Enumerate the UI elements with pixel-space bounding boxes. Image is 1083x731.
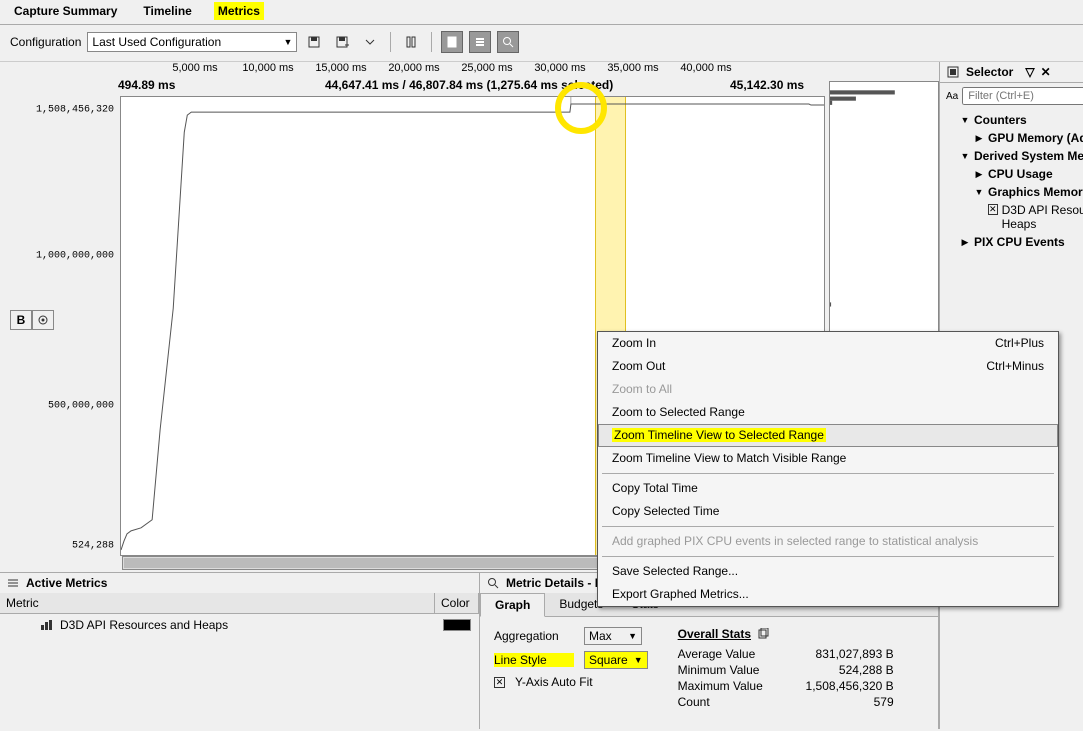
- ctx-zoom-to-selected[interactable]: Zoom to Selected Range: [598, 401, 1058, 424]
- active-metric-name: D3D API Resources and Heaps: [60, 618, 228, 632]
- tab-metrics[interactable]: Metrics: [214, 2, 264, 20]
- collapse-icon[interactable]: ▼: [960, 151, 970, 161]
- search-icon: [486, 576, 500, 590]
- clipboard-icon[interactable]: [441, 31, 463, 53]
- config-value: Last Used Configuration: [92, 35, 221, 49]
- top-tabs: Capture Summary Timeline Metrics: [0, 0, 1083, 25]
- range-start: 494.89 ms: [118, 78, 175, 92]
- floating-tools: B: [10, 310, 54, 330]
- expand-icon[interactable]: ▶: [960, 237, 970, 248]
- tree-derived-system-metrics[interactable]: Derived System Metrics: [974, 149, 1083, 163]
- expand-icon[interactable]: ▶: [974, 169, 984, 180]
- chevron-down-icon: ▼: [283, 37, 292, 47]
- chevron-down-icon[interactable]: ▽: [1025, 65, 1034, 79]
- range-selection-info: 44,647.41 ms / 46,807.84 ms (1,275.64 ms…: [325, 78, 613, 96]
- config-select[interactable]: Last Used Configuration ▼: [87, 32, 297, 52]
- range-info: 494.89 ms 44,647.41 ms / 46,807.84 ms (1…: [0, 78, 939, 96]
- selector-icon: [946, 65, 960, 79]
- overall-stats: Average Value831,027,893 B Minimum Value…: [678, 647, 894, 709]
- aggregation-label: Aggregation: [494, 629, 574, 643]
- ctx-save-selected-range[interactable]: Save Selected Range...: [598, 560, 1058, 583]
- chevron-down-icon: ▼: [634, 655, 643, 665]
- ctx-zoom-timeline-match-visible[interactable]: Zoom Timeline View to Match Visible Rang…: [598, 447, 1058, 470]
- collapse-icon[interactable]: ▼: [974, 187, 984, 197]
- ctx-zoom-timeline-to-selected[interactable]: Zoom Timeline View to Selected Range: [598, 424, 1058, 447]
- ctx-zoom-out[interactable]: Zoom OutCtrl+Minus: [598, 355, 1058, 378]
- selector-title: Selector: [966, 65, 1013, 79]
- copy-icon[interactable]: [757, 628, 769, 640]
- save-new-icon[interactable]: [331, 31, 353, 53]
- active-metric-row[interactable]: D3D API Resources and Heaps: [0, 614, 479, 636]
- close-icon[interactable]: ✕: [1041, 65, 1051, 79]
- color-swatch[interactable]: [443, 619, 471, 631]
- active-metrics-title: Active Metrics: [26, 576, 107, 590]
- d3d-checkbox[interactable]: ✕: [988, 204, 998, 215]
- tab-graph[interactable]: Graph: [480, 593, 545, 617]
- tree-counters[interactable]: Counters: [974, 113, 1027, 127]
- aggregation-select[interactable]: Max ▼: [584, 627, 642, 645]
- config-toolbar: Configuration Last Used Configuration ▼: [0, 25, 1083, 62]
- y-autofit-label: Y-Axis Auto Fit: [515, 675, 593, 689]
- collapse-icon[interactable]: ▼: [960, 115, 970, 125]
- tree-cpu-usage[interactable]: CPU Usage: [988, 167, 1053, 181]
- line-style-label: Line Style: [494, 653, 574, 667]
- selector-tree: ▼ Counters ▶ GPU Memory (Adapter #2) ▼ Deri…: [940, 109, 1083, 253]
- tree-d3d-resources[interactable]: D3D API Resources and Heaps: [1002, 203, 1083, 231]
- filter-case-toggle[interactable]: Aa: [946, 91, 958, 102]
- ctx-zoom-all: Zoom to All: [598, 378, 1058, 401]
- active-metrics-panel: Active Metrics Metric Color D3D API Reso…: [0, 573, 480, 729]
- rows-icon[interactable]: [469, 31, 491, 53]
- config-label: Configuration: [10, 35, 81, 49]
- metric-bars-icon: [40, 619, 54, 631]
- separator: [390, 32, 391, 52]
- save-icon[interactable]: [303, 31, 325, 53]
- ctx-copy-total-time[interactable]: Copy Total Time: [598, 477, 1058, 500]
- ctx-export-graphed-metrics[interactable]: Export Graphed Metrics...: [598, 583, 1058, 606]
- column-view-icon[interactable]: [400, 31, 422, 53]
- tab-capture-summary[interactable]: Capture Summary: [10, 2, 121, 20]
- tree-gpu-memory[interactable]: GPU Memory (Adapter #2): [988, 131, 1083, 145]
- search-icon[interactable]: [497, 31, 519, 53]
- list-icon: [6, 576, 20, 590]
- column-color[interactable]: Color: [435, 593, 479, 613]
- ctx-add-pix-events: Add graphed PIX CPU events in selected r…: [598, 530, 1058, 553]
- bold-toggle[interactable]: B: [10, 310, 32, 330]
- overall-stats-title: Overall Stats: [678, 627, 751, 641]
- range-end: 45,142.30 ms: [730, 78, 804, 92]
- tree-graphics-memory[interactable]: Graphics Memory: [988, 185, 1083, 199]
- context-menu: Zoom InCtrl+Plus Zoom OutCtrl+Minus Zoom…: [597, 331, 1059, 607]
- expand-icon[interactable]: ▶: [974, 133, 984, 144]
- tree-pix-cpu-events[interactable]: PIX CPU Events: [974, 235, 1065, 249]
- chevron-down-icon: ▼: [628, 631, 637, 641]
- time-ruler: 5,000 ms 10,000 ms 15,000 ms 20,000 ms 2…: [0, 62, 939, 78]
- line-style-select[interactable]: Square ▼: [584, 651, 648, 669]
- tab-timeline[interactable]: Timeline: [139, 2, 195, 20]
- column-metric[interactable]: Metric: [0, 593, 435, 613]
- selector-filter-input[interactable]: [962, 87, 1083, 105]
- ctx-zoom-in[interactable]: Zoom InCtrl+Plus: [598, 332, 1058, 355]
- dropdown-icon[interactable]: [359, 31, 381, 53]
- separator: [431, 32, 432, 52]
- y-autofit-checkbox[interactable]: ✕: [494, 677, 505, 688]
- gear-icon[interactable]: [32, 310, 54, 330]
- ctx-copy-selected-time[interactable]: Copy Selected Time: [598, 500, 1058, 523]
